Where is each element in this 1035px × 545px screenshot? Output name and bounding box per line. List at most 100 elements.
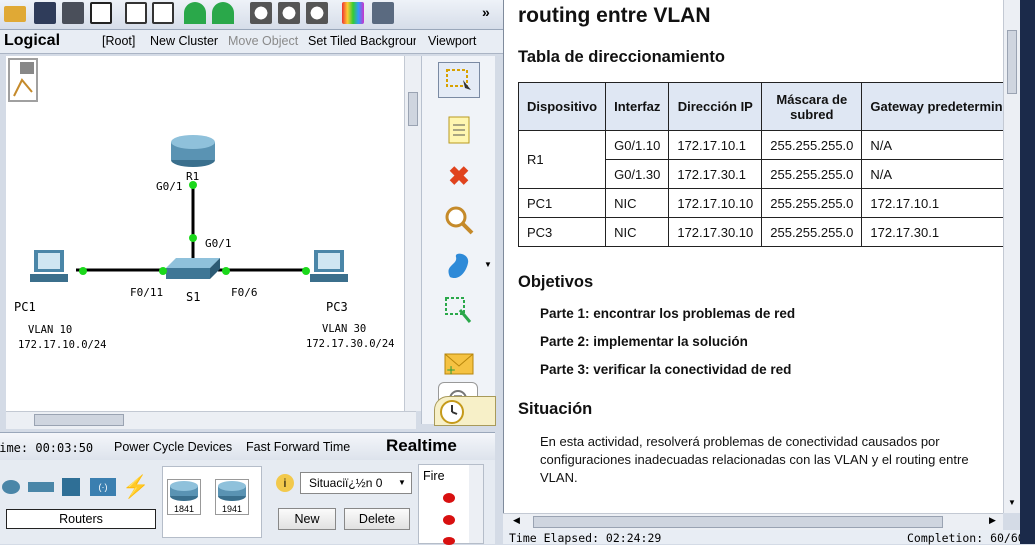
pc1-vlan-label: VLAN 10 [28, 324, 73, 336]
model-1841-label: 1841 [174, 504, 195, 514]
scroll-thumb[interactable] [34, 414, 124, 426]
switch-port-pc3-label: F0/6 [231, 286, 258, 299]
pdu-list-scrollbar[interactable] [469, 465, 483, 543]
logical-mode-label[interactable]: Logical [4, 32, 60, 50]
zoom-out-icon[interactable] [306, 2, 328, 24]
canvas-horizontal-scrollbar[interactable] [6, 411, 416, 429]
cell-device: R1 [517, 130, 607, 189]
model-1941-label: 1941 [222, 504, 243, 514]
power-cycle-button[interactable]: Power Cycle Devices [114, 440, 232, 454]
switch-name-label: S1 [186, 290, 201, 304]
scroll-thumb[interactable] [1007, 30, 1017, 94]
cell-gateway: N/A [861, 159, 1003, 189]
col-header: Dispositivo [517, 82, 607, 131]
delete-tool-icon[interactable]: ✖ [438, 158, 480, 194]
delete-scenario-button[interactable]: Delete [344, 508, 410, 530]
toolbar-overflow-icon[interactable]: » [482, 4, 490, 20]
router-1841-icon[interactable]: 1841 [167, 479, 201, 515]
chevron-down-icon[interactable]: ▼ [398, 478, 406, 487]
redo-icon[interactable] [212, 2, 234, 24]
open-folder-icon[interactable] [4, 6, 26, 22]
cell-ip: 172.17.30.1 [668, 159, 763, 189]
instructions-panel: routing entre VLAN Tabla de direccionami… [503, 0, 1003, 513]
document-horizontal-scrollbar[interactable]: ◀ ▶ [503, 513, 1003, 530]
time-label: Time: 00:03:50 [0, 441, 94, 455]
draw-shape-tool-icon[interactable] [438, 248, 480, 284]
print-icon[interactable] [62, 2, 84, 24]
cell-ip: 172.17.30.10 [668, 217, 763, 247]
table-header-row: Dispositivo Interfaz Dirección IP Máscar… [517, 82, 1003, 131]
activity-statusbar: Time Elapsed: 02:24:29 Completion: 60/60 [503, 530, 1025, 545]
wireless-category-icon[interactable]: (·) [90, 478, 116, 496]
scroll-left-icon[interactable]: ◀ [513, 515, 520, 526]
scroll-down-icon[interactable]: ▼ [1008, 498, 1016, 507]
topology-canvas[interactable]: R1 G0/1 G0/1 S1 F0/11 F0/6 PC1 VLAN 10 1… [6, 56, 404, 411]
router-category-icon[interactable] [2, 480, 20, 494]
menu-viewport[interactable]: Viewport [428, 34, 476, 48]
dropdown-arrow-icon[interactable]: ▼ [484, 260, 492, 269]
topology-links [76, 186, 306, 272]
link-status-dot [222, 267, 230, 275]
edit-icon[interactable] [90, 2, 112, 24]
paste-icon[interactable] [152, 2, 174, 24]
time-elapsed-label: Time Elapsed: 02:24:29 [509, 531, 662, 545]
menu-new-cluster[interactable]: New Cluster [150, 34, 218, 48]
menu-set-background[interactable]: Set Tiled Background [308, 34, 416, 48]
scenario-select[interactable]: Situaciï¿½n 0 [300, 472, 412, 494]
add-pdu-tool-icon[interactable]: + [438, 346, 480, 382]
note-tool-icon[interactable] [438, 112, 480, 148]
hub-category-icon[interactable] [62, 478, 80, 496]
menu-root[interactable]: [Root] [102, 34, 135, 48]
pdu-fire-icon[interactable] [443, 493, 455, 503]
undo-icon[interactable] [184, 2, 206, 24]
link-status-dot [159, 267, 167, 275]
table-heading: Tabla de direccionamiento [518, 48, 725, 66]
switch-s1-icon[interactable] [166, 258, 220, 280]
router-1941-icon[interactable]: 1941 [215, 479, 249, 515]
tool-sidebar: ✖ ▼ + [421, 56, 496, 426]
table-row: R1 G0/1.10 172.17.10.1 255.255.255.0 N/A [517, 130, 1003, 189]
svg-text:+: + [446, 363, 456, 376]
col-header: Dirección IP [668, 82, 763, 131]
cell-mask: 255.255.255.0 [761, 217, 863, 247]
pc3-icon[interactable] [310, 250, 350, 284]
addressing-table: Dispositivo Interfaz Dirección IP Máscar… [517, 82, 1003, 247]
link-status-dot [79, 267, 87, 275]
copy-icon[interactable] [125, 2, 147, 24]
cell-interface: G0/1.30 [605, 159, 670, 189]
info-icon[interactable]: i [276, 474, 294, 492]
pc3-network-label: 172.17.30.0/24 [306, 338, 395, 350]
menu-move-object[interactable]: Move Object [228, 34, 301, 48]
canvas-vertical-scrollbar[interactable] [404, 56, 421, 411]
zoom-in-icon[interactable] [250, 2, 272, 24]
col-header: Interfaz [605, 82, 670, 131]
col-header: Máscara de subred [761, 82, 863, 131]
switch-category-icon[interactable] [28, 482, 54, 492]
realtime-clock-tab[interactable] [434, 396, 496, 426]
document-title: routing entre VLAN [518, 4, 711, 27]
document-vertical-scrollbar[interactable]: ▼ [1003, 0, 1020, 513]
router-r1-icon[interactable] [170, 134, 216, 168]
scroll-thumb[interactable] [408, 92, 418, 126]
palette-icon[interactable] [342, 2, 364, 24]
resize-tool-icon[interactable] [438, 292, 480, 328]
pdu-fire-icon[interactable] [443, 515, 455, 525]
connections-category-icon[interactable]: ⚡ [122, 474, 149, 500]
inspect-tool-icon[interactable] [438, 202, 480, 238]
realtime-mode-label[interactable]: Realtime [386, 436, 457, 456]
col-header: Gateway predeterminado [861, 82, 1003, 131]
pc1-icon[interactable] [30, 250, 70, 284]
objective-item: Parte 3: verificar la conectividad de re… [540, 362, 792, 377]
switch-port-pc1-label: F0/11 [130, 286, 164, 299]
device-model-list: 1841 1941 [162, 466, 262, 538]
select-tool-icon[interactable] [438, 62, 480, 98]
scroll-thumb[interactable] [533, 516, 943, 528]
situation-text: En esta actividad, resolverá problemas d… [540, 434, 969, 485]
fast-forward-button[interactable]: Fast Forward Time [246, 440, 350, 454]
save-icon[interactable] [34, 2, 56, 24]
zoom-reset-icon[interactable] [278, 2, 300, 24]
new-scenario-button[interactable]: New [278, 508, 336, 530]
scroll-right-icon[interactable]: ▶ [989, 515, 996, 526]
custom-device-icon[interactable] [372, 2, 394, 24]
fire-column-header: Fire [423, 469, 445, 483]
